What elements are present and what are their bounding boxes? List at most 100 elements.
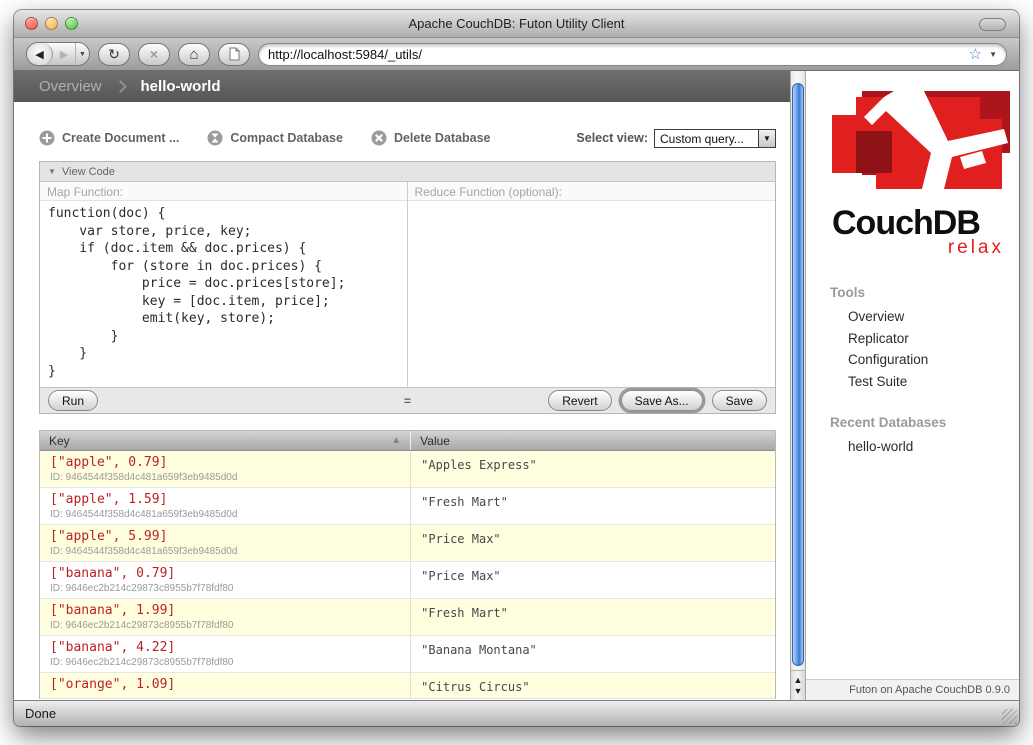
breadcrumb-current-db: hello-world [141, 78, 221, 95]
compact-database-label: Compact Database [230, 131, 343, 145]
back-button[interactable]: ◀ [27, 43, 53, 65]
futon-version-footer: Futon on Apache CouchDB 0.9.0 [806, 679, 1019, 700]
scroll-up-icon[interactable]: ▲ [794, 675, 803, 685]
recent-databases-heading: Recent Databases [830, 415, 1019, 430]
vertical-scrollbar[interactable]: ▲ ▼ [790, 71, 806, 700]
page-icon [229, 47, 240, 61]
compact-circle-icon [207, 130, 223, 146]
table-row[interactable]: ["apple", 0.79] ID: 9464544f358d4c481a65… [40, 451, 775, 488]
row-key-cell: ["apple", 0.79] ID: 9464544f358d4c481a65… [40, 451, 411, 487]
table-row[interactable]: ["banana", 0.79] ID: 9646ec2b214c29873c8… [40, 562, 775, 599]
sidebar-tool-link[interactable]: Configuration [848, 352, 1019, 367]
value-column-header[interactable]: Value [411, 431, 775, 450]
dropdown-arrow-icon[interactable]: ▼ [758, 130, 775, 147]
sidebar-database-link[interactable]: hello-world [848, 439, 1019, 454]
tools-section: Tools OverviewReplicatorConfigurationTes… [806, 285, 1019, 389]
map-function-editor[interactable]: function(doc) { var store, price, key; i… [40, 201, 407, 387]
row-value: "Citrus Circus" [411, 673, 775, 698]
results-rows: ["apple", 0.79] ID: 9464544f358d4c481a65… [40, 451, 775, 699]
toolbar-toggle-button[interactable] [979, 18, 1006, 31]
forward-icon: ▶ [60, 48, 68, 61]
run-button[interactable]: Run [48, 390, 98, 411]
sidebar-tool-link[interactable]: Replicator [848, 331, 1019, 346]
breadcrumb-chevron-icon [114, 80, 127, 93]
row-value: "Fresh Mart" [411, 599, 775, 635]
scrollbar-thumb[interactable] [792, 83, 804, 666]
browser-toolbar: ◀ ▶ ▼ ↻ × ⌂ http://localhost:5984/_utils… [14, 38, 1019, 71]
address-bar[interactable]: http://localhost:5984/_utils/ ☆ ▼ [258, 43, 1007, 66]
table-row[interactable]: ["orange", 1.09] "Citrus Circus" [40, 673, 775, 699]
row-key[interactable]: ["banana", 4.22] [50, 640, 400, 655]
collapse-arrow-icon: ▼ [48, 167, 56, 176]
url-dropdown-icon[interactable]: ▼ [989, 50, 997, 59]
row-key[interactable]: ["apple", 1.59] [50, 492, 400, 507]
row-value: "Price Max" [411, 525, 775, 561]
reload-icon: ↻ [108, 46, 120, 63]
couch-graphic-icon [832, 91, 1010, 197]
table-row[interactable]: ["apple", 1.59] ID: 9464544f358d4c481a65… [40, 488, 775, 525]
row-doc-id: ID: 9646ec2b214c29873c8955b7f78fdf80 [50, 657, 400, 668]
row-key[interactable]: ["orange", 1.09] [50, 677, 400, 692]
delete-database-label: Delete Database [394, 131, 491, 145]
row-doc-id: ID: 9646ec2b214c29873c8955b7f78fdf80 [50, 583, 400, 594]
sidebar-tool-link[interactable]: Test Suite [848, 374, 1019, 389]
view-code-footer: Run = Revert Save As... Save [40, 387, 775, 413]
recent-databases-section: Recent Databases hello-world [806, 415, 1019, 454]
revert-button[interactable]: Revert [548, 390, 611, 411]
title-bar[interactable]: Apache CouchDB: Futon Utility Client [14, 10, 1019, 38]
back-icon: ◀ [35, 48, 43, 61]
row-key-cell: ["apple", 1.59] ID: 9464544f358d4c481a65… [40, 488, 411, 524]
select-view-dropdown[interactable]: Custom query... ▼ [654, 129, 776, 148]
row-value: "Fresh Mart" [411, 488, 775, 524]
row-doc-id: ID: 9646ec2b214c29873c8955b7f78fdf80 [50, 620, 400, 631]
row-doc-id: ID: 9464544f358d4c481a659f3eb9485d0d [50, 472, 400, 483]
page-icon-button[interactable] [218, 43, 250, 66]
splitter-handle[interactable]: = [404, 394, 411, 408]
sidebar-tool-link[interactable]: Overview [848, 309, 1019, 324]
status-bar: Done [14, 700, 1019, 726]
map-function-label: Map Function: [40, 182, 407, 201]
delete-database-button[interactable]: Delete Database [371, 130, 491, 146]
save-buttons-group: Revert Save As... Save [548, 390, 767, 411]
row-key[interactable]: ["banana", 0.79] [50, 566, 400, 581]
resize-grip[interactable] [1002, 709, 1017, 724]
couchdb-logo: CouchDB relax [832, 91, 1005, 259]
stop-button[interactable]: × [138, 43, 170, 66]
home-icon: ⌂ [189, 46, 198, 63]
key-header-label: Key [49, 434, 70, 448]
row-key-cell: ["apple", 5.99] ID: 9464544f358d4c481a65… [40, 525, 411, 561]
stop-icon: × [150, 46, 158, 62]
history-dropdown-button[interactable]: ▼ [75, 43, 89, 65]
view-code-header[interactable]: ▼ View Code [40, 162, 775, 182]
table-row[interactable]: ["banana", 4.22] ID: 9646ec2b214c29873c8… [40, 636, 775, 673]
browser-window: Apache CouchDB: Futon Utility Client ◀ ▶… [14, 10, 1019, 726]
sort-ascending-icon[interactable]: ▲ [391, 435, 401, 446]
create-document-button[interactable]: Create Document ... [39, 130, 179, 146]
home-button[interactable]: ⌂ [178, 43, 210, 66]
reduce-function-pane: Reduce Function (optional): [408, 182, 776, 387]
compact-database-button[interactable]: Compact Database [207, 130, 343, 146]
page-content: Overview hello-world Create Document ...… [14, 71, 1019, 700]
row-value: "Apples Express" [411, 451, 775, 487]
row-doc-id: ID: 9464544f358d4c481a659f3eb9485d0d [50, 509, 400, 520]
row-key[interactable]: ["apple", 5.99] [50, 529, 400, 544]
forward-button[interactable]: ▶ [53, 43, 75, 65]
scroll-down-icon[interactable]: ▼ [794, 686, 803, 696]
key-column-header[interactable]: Key ▲ [40, 431, 411, 450]
save-as-button[interactable]: Save As... [621, 390, 703, 411]
table-row[interactable]: ["apple", 5.99] ID: 9464544f358d4c481a65… [40, 525, 775, 562]
chevron-down-icon: ▼ [79, 51, 86, 58]
nav-button-group: ◀ ▶ ▼ [26, 42, 90, 66]
table-row[interactable]: ["banana", 1.99] ID: 9646ec2b214c29873c8… [40, 599, 775, 636]
bookmark-star-icon[interactable]: ☆ [969, 47, 982, 62]
row-key[interactable]: ["banana", 1.99] [50, 603, 400, 618]
view-code-panel: ▼ View Code Map Function: function(doc) … [39, 161, 776, 414]
reload-button[interactable]: ↻ [98, 43, 130, 66]
breadcrumb-overview-link[interactable]: Overview [39, 78, 102, 95]
row-key[interactable]: ["apple", 0.79] [50, 455, 400, 470]
select-view-value: Custom query... [655, 130, 758, 147]
reduce-function-editor[interactable] [408, 201, 776, 387]
save-button[interactable]: Save [712, 390, 767, 411]
breadcrumb: Overview hello-world [14, 71, 790, 102]
url-text[interactable]: http://localhost:5984/_utils/ [268, 47, 962, 62]
